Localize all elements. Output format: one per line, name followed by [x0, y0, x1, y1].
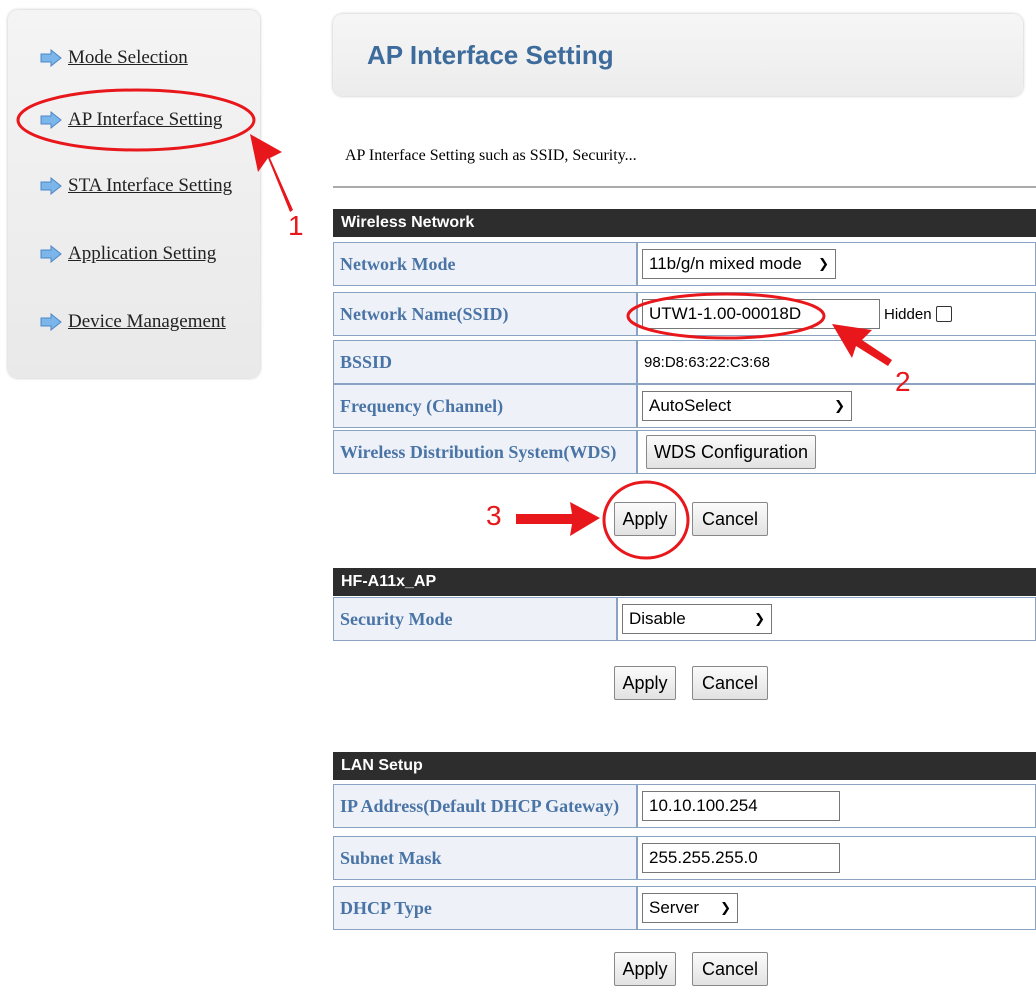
- network-mode-value: 11b/g/n mixed mode: [649, 254, 802, 273]
- sidebar-item-label: STA Interface Setting: [68, 175, 233, 196]
- security-mode-select[interactable]: Disable ❯: [622, 604, 772, 634]
- wireless-cancel-button[interactable]: Cancel: [692, 502, 768, 536]
- sidebar-menu: Mode Selection AP Interface Setting STA …: [8, 10, 260, 378]
- subnet-mask-label: Subnet Mask: [334, 837, 638, 879]
- page-title: AP Interface Setting: [367, 40, 614, 70]
- sidebar-item-mode-selection[interactable]: Mode Selection: [40, 44, 188, 72]
- section-header-wireless-network: Wireless Network: [333, 209, 1036, 237]
- lan-apply-button[interactable]: Apply: [614, 952, 676, 986]
- security-cancel-button[interactable]: Cancel: [692, 666, 768, 700]
- security-mode-value: Disable: [629, 609, 686, 628]
- wds-configuration-button[interactable]: WDS Configuration: [646, 435, 816, 469]
- arrow-right-icon: [40, 49, 62, 67]
- dhcp-type-row: DHCP Type Server ❯: [333, 886, 1036, 930]
- dhcp-type-value: Server: [649, 898, 700, 917]
- ssid-value: UTW1-1.00-00018D: [649, 304, 802, 323]
- hidden-label: Hidden: [884, 305, 932, 323]
- frequency-label: Frequency (Channel): [334, 385, 638, 427]
- subnet-mask-input[interactable]: 255.255.255.0: [642, 843, 840, 873]
- security-mode-row: Security Mode Disable ❯: [333, 597, 1036, 641]
- chevron-down-icon: ❯: [834, 398, 845, 413]
- sidebar-item-application-setting[interactable]: Application Setting: [40, 240, 216, 268]
- annotation-step-2: 2: [895, 366, 911, 397]
- chevron-down-icon: ❯: [720, 900, 731, 915]
- ssid-input[interactable]: UTW1-1.00-00018D: [642, 299, 880, 329]
- ssid-label: Network Name(SSID): [334, 293, 638, 335]
- annotation-step-1: 1: [288, 210, 304, 241]
- arrow-right-icon: [40, 313, 62, 331]
- ip-address-label: IP Address(Default DHCP Gateway): [334, 785, 638, 827]
- section-header-security: HF-A11x_AP: [333, 568, 1036, 596]
- subnet-mask-row: Subnet Mask 255.255.255.0: [333, 836, 1036, 880]
- page-description: AP Interface Setting such as SSID, Secur…: [345, 147, 637, 164]
- subnet-mask-value: 255.255.255.0: [649, 848, 758, 867]
- page-header: AP Interface Setting: [333, 14, 1023, 96]
- divider: [333, 186, 1036, 188]
- ssid-row: Network Name(SSID) UTW1-1.00-00018D Hidd…: [333, 292, 1036, 336]
- security-apply-button[interactable]: Apply: [614, 666, 676, 700]
- frequency-value: AutoSelect: [649, 396, 732, 415]
- wireless-apply-button[interactable]: Apply: [614, 502, 676, 536]
- wds-row: Wireless Distribution System(WDS) WDS Co…: [333, 430, 1036, 474]
- security-mode-label: Security Mode: [334, 598, 618, 640]
- dhcp-type-label: DHCP Type: [334, 887, 638, 929]
- section-header-lan-setup: LAN Setup: [333, 752, 1036, 780]
- arrow-right-icon: [40, 111, 62, 129]
- annotation-arrow-3: [516, 502, 600, 536]
- frequency-row: Frequency (Channel) AutoSelect ❯: [333, 384, 1036, 428]
- sidebar-item-ap-interface-setting[interactable]: AP Interface Setting: [40, 106, 222, 134]
- network-mode-select[interactable]: 11b/g/n mixed mode ❯: [642, 249, 836, 279]
- sidebar-item-label: Device Management: [68, 311, 226, 332]
- arrow-right-icon: [40, 245, 62, 263]
- sidebar-item-device-management[interactable]: Device Management: [40, 308, 226, 336]
- ip-address-value: 10.10.100.254: [649, 796, 758, 815]
- dhcp-type-select[interactable]: Server ❯: [642, 893, 738, 923]
- arrow-right-icon: [40, 177, 62, 195]
- frequency-select[interactable]: AutoSelect ❯: [642, 391, 852, 421]
- hidden-checkbox[interactable]: [935, 306, 952, 322]
- chevron-down-icon: ❯: [818, 256, 829, 271]
- bssid-label: BSSID: [334, 341, 638, 383]
- sidebar-item-label: Application Setting: [68, 243, 217, 264]
- chevron-down-icon: ❯: [754, 611, 765, 626]
- network-mode-row: Network Mode 11b/g/n mixed mode ❯: [333, 242, 1036, 286]
- sidebar-item-sta-interface-setting[interactable]: STA Interface Setting: [40, 172, 232, 200]
- bssid-row: BSSID 98:D8:63:22:C3:68: [333, 340, 1036, 384]
- bssid-value: 98:D8:63:22:C3:68: [644, 353, 770, 371]
- ip-address-row: IP Address(Default DHCP Gateway) 10.10.1…: [333, 784, 1036, 828]
- wds-label: Wireless Distribution System(WDS): [334, 431, 638, 473]
- sidebar-item-label: Mode Selection: [68, 47, 188, 68]
- sidebar-item-label: AP Interface Setting: [68, 109, 223, 130]
- ip-address-input[interactable]: 10.10.100.254: [642, 791, 840, 821]
- lan-cancel-button[interactable]: Cancel: [692, 952, 768, 986]
- network-mode-label: Network Mode: [334, 243, 638, 285]
- annotation-step-3: 3: [486, 500, 502, 531]
